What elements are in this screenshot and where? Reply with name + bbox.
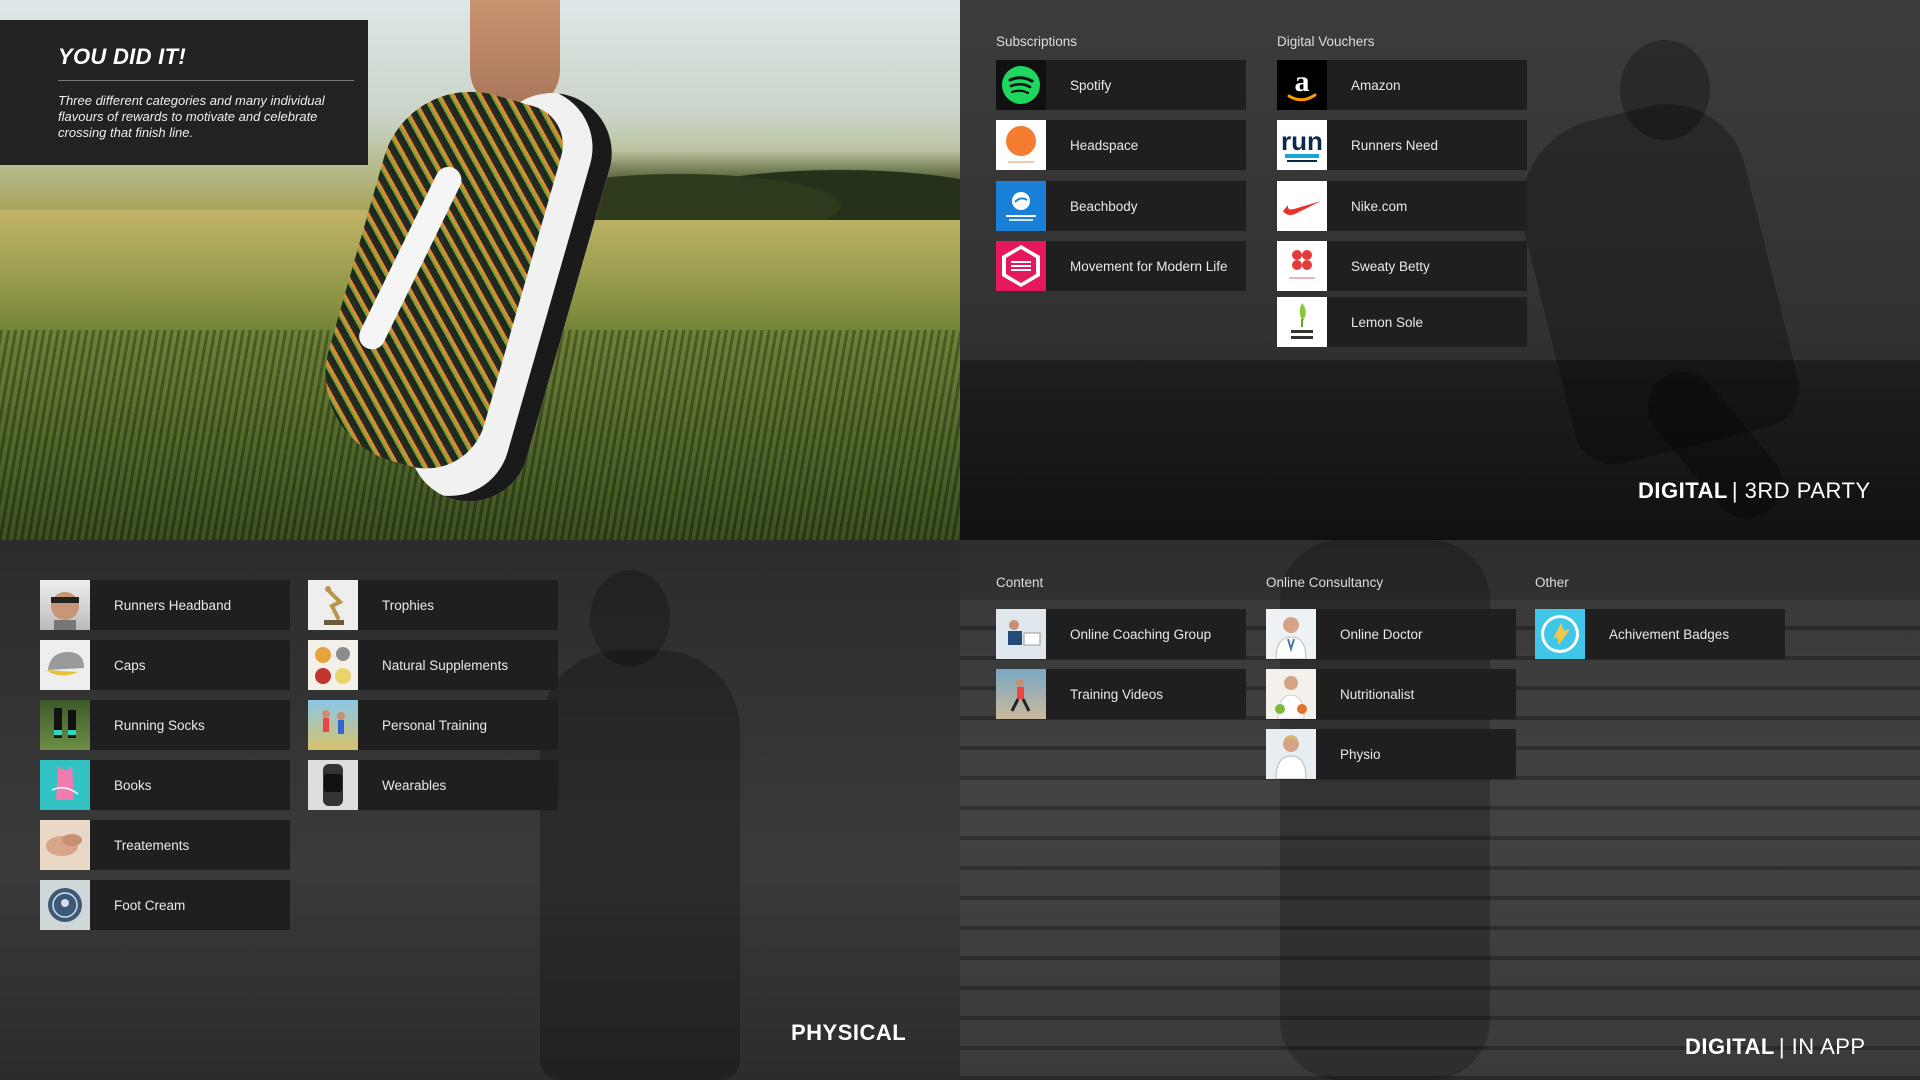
reward-wearables[interactable]: Wearables (308, 760, 558, 810)
reward-headspace[interactable]: Headspace (996, 120, 1246, 170)
headband-photo-icon (40, 580, 90, 630)
amazon-logo-icon: a (1277, 60, 1327, 110)
digital-third-party-label: DIGITAL | 3RD PARTY (1638, 478, 1871, 504)
section-label-bold: DIGITAL (1685, 1034, 1775, 1059)
content-title: Content (996, 575, 1044, 590)
socks-photo-icon (40, 700, 90, 750)
cap-photo-icon (40, 640, 90, 690)
reward-physio[interactable]: Physio (1266, 729, 1516, 779)
runner-silhouette-body (540, 650, 740, 1080)
reward-online-coaching-group[interactable]: Online Coaching Group (996, 609, 1246, 659)
reward-label: Physio (1340, 746, 1381, 762)
hero-photo: YOU DID IT! Three different categories a… (0, 0, 960, 540)
doctor-photo-icon (1266, 609, 1316, 659)
reward-nike[interactable]: Nike.com (1277, 181, 1527, 231)
reward-trophies[interactable]: Trophies (308, 580, 558, 630)
nike-logo-icon (1277, 181, 1327, 231)
intro-title: YOU DID IT! (58, 44, 354, 81)
reward-label: Runners Need (1351, 137, 1439, 153)
intro-body: Three different categories and many indi… (58, 93, 325, 140)
other-title: Other (1535, 575, 1569, 590)
runners-need-logo-icon: run (1277, 120, 1327, 170)
reward-label: Online Doctor (1340, 626, 1423, 642)
reward-label: Movement for Modern Life (1070, 258, 1228, 274)
section-label-bold: PHYSICAL (791, 1020, 907, 1045)
section-label-rest: | 3RD PARTY (1731, 478, 1871, 503)
svg-text:a: a (1295, 65, 1310, 98)
reward-treatements[interactable]: Treatements (40, 820, 290, 870)
spotify-logo-icon (996, 60, 1046, 110)
reward-label: Runners Headband (114, 597, 232, 613)
supplements-photo-icon (308, 640, 358, 690)
reward-label: Sweaty Betty (1351, 258, 1430, 274)
reward-online-doctor[interactable]: Online Doctor (1266, 609, 1516, 659)
reward-label: Running Socks (114, 717, 205, 733)
reward-label: Wearables (382, 777, 447, 793)
coaching-photo-icon (996, 609, 1046, 659)
reward-label: Headspace (1070, 137, 1139, 153)
reward-label: Natural Supplements (382, 657, 509, 673)
book-photo-icon (40, 760, 90, 810)
reward-books[interactable]: Books (40, 760, 290, 810)
reward-runners-headband[interactable]: Runners Headband (40, 580, 290, 630)
section-label-bold: DIGITAL (1638, 478, 1728, 503)
video-photo-icon (996, 669, 1046, 719)
badge-icon (1535, 609, 1585, 659)
movement-logo-icon (996, 241, 1046, 291)
physical-label: PHYSICAL (791, 1020, 906, 1046)
reward-label: Beachbody (1070, 198, 1138, 214)
reward-natural-supplements[interactable]: Natural Supplements (308, 640, 558, 690)
treatment-photo-icon (40, 820, 90, 870)
reward-label: Spotify (1070, 77, 1112, 93)
svg-text:run: run (1281, 126, 1323, 156)
reward-running-socks[interactable]: Running Socks (40, 700, 290, 750)
reward-label: Amazon (1351, 77, 1401, 93)
foot-cream-photo-icon (40, 880, 90, 930)
subscriptions-title: Subscriptions (996, 34, 1078, 49)
reward-beachbody[interactable]: Beachbody (996, 181, 1246, 231)
beachbody-logo-icon (996, 181, 1046, 231)
digital-in-app-label: DIGITAL | IN APP (1685, 1034, 1866, 1060)
reward-achivement-badges[interactable]: Achivement Badges (1535, 609, 1785, 659)
reward-label: Books (114, 777, 152, 793)
reward-foot-cream[interactable]: Foot Cream (40, 880, 290, 930)
reward-runners-need[interactable]: run Runners Need (1277, 120, 1527, 170)
reward-label: Treatements (114, 837, 190, 853)
section-label-rest: | IN APP (1778, 1034, 1866, 1059)
reward-label: Nike.com (1351, 198, 1408, 214)
reward-label: Trophies (382, 597, 435, 613)
online-consultancy-title: Online Consultancy (1266, 575, 1384, 590)
reward-nutritionalist[interactable]: Nutritionalist (1266, 669, 1516, 719)
reward-movement-for-modern-life[interactable]: Movement for Modern Life (996, 241, 1246, 291)
reward-label: Training Videos (1070, 686, 1164, 702)
intro-card: YOU DID IT! Three different categories a… (0, 20, 368, 165)
digital-vouchers-title: Digital Vouchers (1277, 34, 1375, 49)
reward-lemon-sole[interactable]: Lemon Sole (1277, 297, 1527, 347)
wearable-photo-icon (308, 760, 358, 810)
reward-caps[interactable]: Caps (40, 640, 290, 690)
reward-label: Lemon Sole (1351, 314, 1424, 330)
nutritionist-photo-icon (1266, 669, 1316, 719)
reward-label: Caps (114, 657, 146, 673)
physio-photo-icon (1266, 729, 1316, 779)
reward-spotify[interactable]: Spotify (996, 60, 1246, 110)
reward-sweaty-betty[interactable]: Sweaty Betty (1277, 241, 1527, 291)
reward-label: Foot Cream (114, 897, 186, 913)
reward-label: Personal Training (382, 717, 488, 733)
reward-personal-training[interactable]: Personal Training (308, 700, 558, 750)
reward-amazon[interactable]: a Amazon (1277, 60, 1527, 110)
headspace-logo-icon (996, 120, 1046, 170)
reward-label: Achivement Badges (1609, 626, 1730, 642)
reward-training-videos[interactable]: Training Videos (996, 669, 1246, 719)
lemon-sole-logo-icon (1277, 297, 1327, 347)
reward-label: Nutritionalist (1340, 686, 1415, 702)
reward-label: Online Coaching Group (1070, 626, 1212, 642)
sweaty-betty-logo-icon (1277, 241, 1327, 291)
training-photo-icon (308, 700, 358, 750)
trophy-photo-icon (308, 580, 358, 630)
